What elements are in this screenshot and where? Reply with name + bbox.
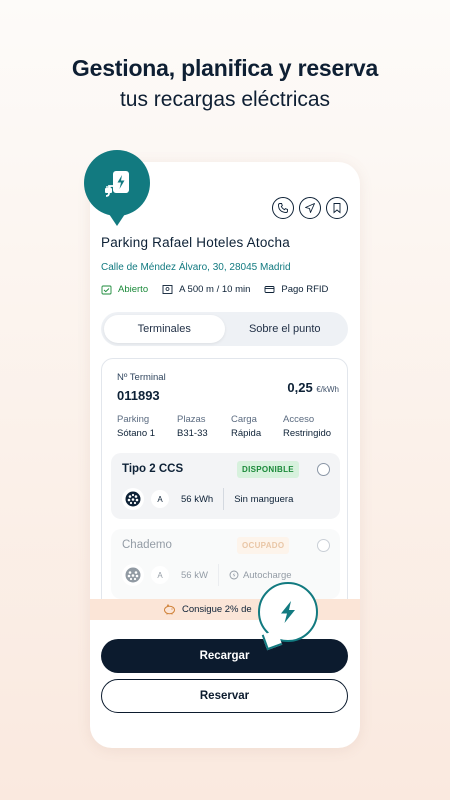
current-type: A: [151, 490, 169, 508]
navigation-arrow-icon[interactable]: [299, 197, 321, 219]
connector-radio[interactable]: [317, 463, 330, 476]
card-icon: [264, 286, 275, 293]
distance-text: A 500 m / 10 min: [179, 284, 251, 295]
detail-key: Carga: [231, 414, 257, 425]
connector-option[interactable]: Tipo 2 CCS DISPONIBLE A 56 kWh Sin mangu…: [111, 453, 340, 519]
open-status-text: Abierto: [118, 284, 149, 295]
detail-value: Sótano 1: [117, 428, 156, 439]
station-address[interactable]: Calle de Méndez Álvaro, 30, 28045 Madrid: [101, 262, 291, 273]
station-meta: Abierto A 500 m / 10 min Pago RFID: [101, 284, 352, 295]
terminal-number: 011893: [117, 388, 160, 403]
detail-value: B31-33: [177, 428, 208, 439]
detail-key: Acceso: [283, 414, 315, 425]
map-icon: [162, 285, 173, 294]
current-type: A: [151, 566, 169, 584]
status-badge: DISPONIBLE: [237, 461, 299, 478]
connector-extra: Sin manguera: [234, 494, 293, 505]
bookmark-icon[interactable]: [326, 197, 348, 219]
station-name: Parking Rafael Hoteles Atocha: [101, 235, 290, 250]
autocharge-icon: [229, 570, 239, 580]
tab-terminales[interactable]: Terminales: [104, 315, 225, 343]
tab-bar: Terminales Sobre el punto: [101, 312, 348, 346]
price-value: 0,25: [287, 380, 313, 395]
piggy-bank-icon: [164, 604, 175, 615]
connector-power: 56 kW: [181, 569, 208, 581]
connector-specs: A 56 kW Autocharge: [122, 564, 330, 586]
terminal-details: Parking Plazas Carga Acceso Sótano 1 B31…: [117, 414, 341, 439]
headline: Gestiona, planifica y reserva tus recarg…: [0, 55, 450, 112]
detail-value: Rápida: [231, 428, 262, 439]
phone-icon[interactable]: [272, 197, 294, 219]
recharge-button[interactable]: Recargar: [101, 639, 348, 673]
connector-extra: Autocharge: [229, 570, 292, 581]
ccs-plug-icon: [122, 488, 144, 510]
reserve-button[interactable]: Reservar: [101, 679, 348, 713]
charger-plug-icon: [84, 150, 150, 226]
connector-type: Chademo: [122, 539, 172, 551]
terminal-card: Nº Terminal 011893 0,25 €/kWh Parking Pl…: [101, 358, 348, 618]
promo-banner[interactable]: Consigue 2% de: [90, 599, 360, 620]
detail-key: Parking: [117, 414, 150, 425]
connector-extra-text: Sin manguera: [234, 493, 294, 505]
terminal-price: 0,25 €/kWh: [287, 380, 339, 395]
distance: A 500 m / 10 min: [162, 284, 250, 295]
terminal-number-label: Nº Terminal: [117, 372, 166, 383]
open-calendar-icon: [101, 285, 112, 295]
connector-extra-text: Autocharge: [242, 569, 292, 581]
divider: [223, 488, 225, 510]
connector-radio[interactable]: [317, 539, 330, 552]
connector-power: 56 kWh: [181, 493, 214, 505]
connector-specs: A 56 kWh Sin manguera: [122, 488, 330, 510]
connector-type: Tipo 2 CCS: [122, 463, 184, 475]
payment-text: Pago RFID: [281, 284, 329, 295]
tab-sobre-el-punto[interactable]: Sobre el punto: [225, 315, 346, 343]
detail-key: Plazas: [177, 414, 206, 425]
lightning-bolt-icon[interactable]: [258, 582, 318, 642]
chademo-plug-icon: [122, 564, 144, 586]
detail-value: Restringido: [283, 428, 332, 439]
status-badge: OCUPADO: [237, 537, 290, 554]
divider: [217, 564, 219, 586]
open-status: Abierto: [101, 284, 148, 295]
station-actions: [272, 197, 348, 219]
promo-text: Consigue 2% de: [182, 604, 252, 615]
phone-screen: Parking Rafael Hoteles Atocha Calle de M…: [90, 162, 360, 748]
headline-subtitle: tus recargas eléctricas: [119, 88, 331, 111]
price-unit: €/kWh: [316, 385, 339, 394]
headline-title: Gestiona, planifica y reserva: [71, 55, 379, 81]
payment-method: Pago RFID: [264, 284, 328, 295]
